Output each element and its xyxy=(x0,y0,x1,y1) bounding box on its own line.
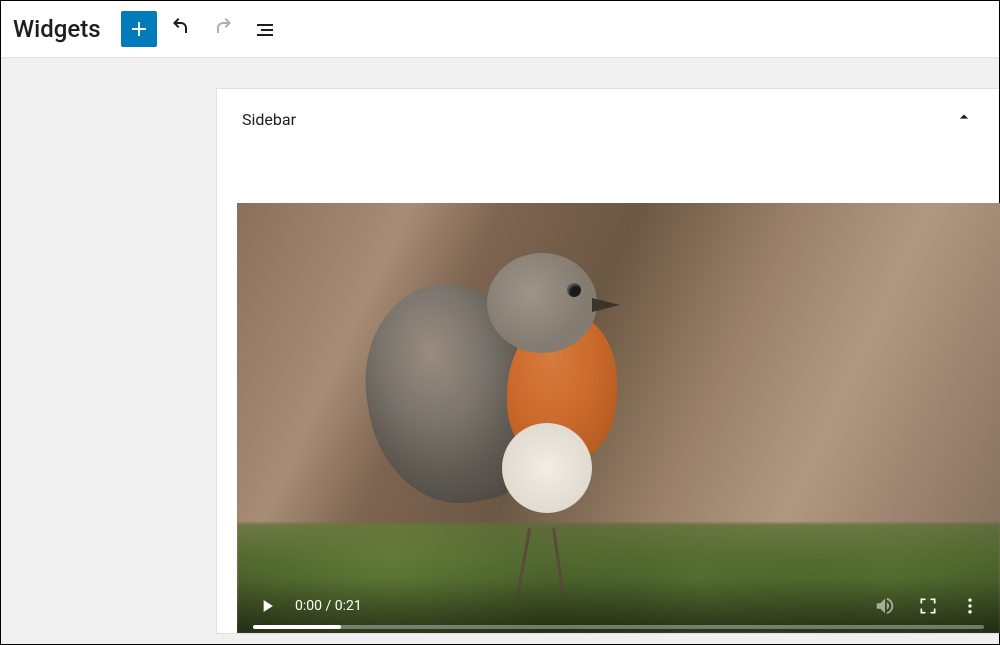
video-more-button[interactable] xyxy=(956,592,984,620)
undo-button[interactable] xyxy=(163,11,199,47)
video-controls: 0:00 / 0:21 xyxy=(237,579,1000,633)
undo-icon xyxy=(169,17,193,41)
fullscreen-button[interactable] xyxy=(914,592,942,620)
play-icon xyxy=(257,596,277,616)
panel-title: Sidebar xyxy=(242,110,296,129)
video-block[interactable]: 0:00 / 0:21 xyxy=(237,203,1000,633)
document-outline-button[interactable] xyxy=(247,11,283,47)
content-area: Sidebar xyxy=(1,58,999,634)
video-progress-track[interactable] xyxy=(253,625,984,629)
more-vertical-icon xyxy=(960,596,980,616)
panel-header[interactable]: Sidebar xyxy=(217,89,999,143)
plus-icon xyxy=(127,17,151,41)
panel-body: 0:00 / 0:21 xyxy=(217,143,999,633)
widget-area-panel: Sidebar xyxy=(216,88,999,634)
redo-button xyxy=(205,11,241,47)
redo-icon xyxy=(211,17,235,41)
volume-button[interactable] xyxy=(870,591,900,621)
video-time-display: 0:00 / 0:21 xyxy=(295,598,362,614)
video-progress-fill xyxy=(253,625,341,629)
page-title: Widgets xyxy=(13,15,101,43)
fullscreen-icon xyxy=(918,596,938,616)
list-view-icon xyxy=(253,17,277,41)
add-block-button[interactable] xyxy=(121,11,157,47)
editor-toolbar: Widgets xyxy=(1,1,999,58)
play-button[interactable] xyxy=(253,592,281,620)
volume-icon xyxy=(874,595,896,617)
chevron-up-icon xyxy=(954,107,974,131)
